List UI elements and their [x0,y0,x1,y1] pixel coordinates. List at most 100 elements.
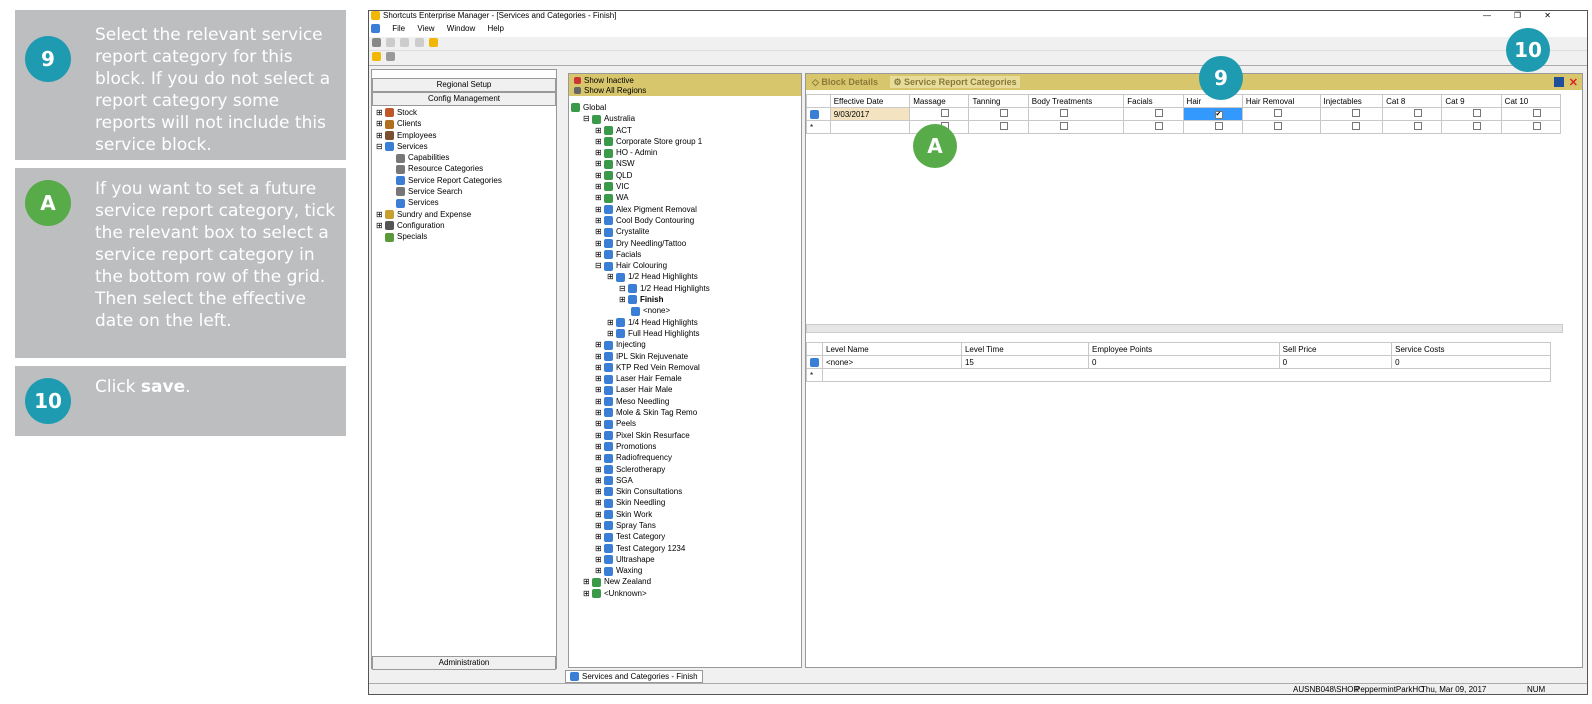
category-checkbox[interactable] [1473,109,1482,117]
tree-node[interactable]: ⊟ Australia [569,113,710,124]
column-header[interactable]: Level Time [960,342,1090,356]
column-header[interactable]: Cat 8 [1382,94,1443,108]
tree-node[interactable]: ⊞ Skin Consultations [569,486,710,497]
category-checkbox[interactable] [1214,122,1223,130]
category-checkbox[interactable] [1473,122,1482,130]
category-cell[interactable] [1319,120,1384,134]
tree-node[interactable]: ⊞ Pixel Skin Resurface [569,430,710,441]
tree-node[interactable]: ⊞ 1/4 Head Highlights [569,317,710,328]
category-cell[interactable] [1027,120,1125,134]
config-management-button[interactable]: Config Management [372,92,556,106]
column-header[interactable]: Injectables [1319,94,1384,108]
tree-item-configuration[interactable]: ⊞ Configuration [376,220,502,231]
category-cell[interactable] [1382,120,1443,134]
tree-node[interactable]: ⊞ IPL Skin Rejuvenate [569,351,710,362]
category-cell[interactable] [968,120,1029,134]
levels-row[interactable]: <none> 15 0 0 0 [806,355,1551,369]
category-cell[interactable] [1241,120,1321,134]
cut-icon[interactable] [386,38,396,48]
tree-node[interactable]: ⊞ Dry Needling/Tattoo [569,238,710,249]
tree-node[interactable]: ⊞ Skin Work [569,509,710,520]
category-checkbox[interactable] [1059,109,1068,117]
tree-node[interactable]: ⊞ WA [569,192,710,203]
tree-node[interactable]: ⊟ 1/2 Head Highlights [569,283,710,294]
column-header[interactable]: Facials [1123,94,1184,108]
tree-item-sundry[interactable]: ⊞ Sundry and Expense [376,209,502,220]
tab-block-details[interactable]: ◇ Block Details [812,77,878,87]
tree-node[interactable]: ⊞ Test Category 1234 [569,543,710,554]
category-checkbox[interactable] [1532,109,1541,117]
tree-item-services-leaf[interactable]: Services [376,197,502,208]
tree-node[interactable]: ⊞ Laser Hair Male [569,384,710,395]
tree-node[interactable]: ⊞ Sclerotherapy [569,464,710,475]
level-cell[interactable]: 0 [1088,355,1280,369]
column-header[interactable]: Level Name [822,342,962,356]
tree-item-clients[interactable]: ⊞ Clients [376,118,502,129]
menu-file[interactable]: File [392,24,405,33]
level-cell[interactable]: 15 [960,355,1090,369]
column-header[interactable]: Cat 10 [1500,94,1562,108]
tree-item-capabilities[interactable]: Capabilities [376,152,502,163]
paste-icon[interactable] [414,38,424,48]
levels-new-row[interactable]: * [806,368,1551,382]
administration-button[interactable]: Administration [372,656,556,670]
column-header[interactable]: Cat 9 [1441,94,1502,108]
category-cell[interactable] [1123,107,1184,121]
effective-date-cell[interactable] [829,120,911,134]
tree-node[interactable]: ⊞ Injecting [569,339,710,350]
menu-window[interactable]: Window [447,24,475,33]
category-checkbox[interactable]: ✔ [1214,111,1223,119]
level-cell[interactable]: 0 [1391,355,1551,369]
tree-node[interactable]: ⊞ HO - Admin [569,147,710,158]
show-all-regions-toggle[interactable]: Show All Regions [574,86,796,96]
tree-item-services[interactable]: ⊟ Services [376,141,502,152]
category-checkbox[interactable] [1155,109,1164,117]
delete-icon[interactable]: ✕ [1569,75,1578,91]
category-cell[interactable] [1319,107,1384,121]
tree-node[interactable]: ⊞ Laser Hair Female [569,373,710,384]
effective-date-cell[interactable]: 9/03/2017 [829,107,911,121]
cylinder-icon[interactable] [372,52,381,62]
column-header[interactable]: Effective Date [829,94,911,108]
column-header[interactable]: Employee Points [1088,342,1280,356]
category-cell[interactable] [1500,120,1562,134]
category-checkbox[interactable] [1273,122,1282,130]
tree-node[interactable]: ⊞ Cool Body Contouring [569,215,710,226]
tree-node[interactable]: ⊞ VIC [569,181,710,192]
tree-node[interactable]: ⊞ New Zealand [569,576,710,587]
restore-icon[interactable]: ❐ [1514,11,1521,20]
row-selector[interactable] [806,355,823,369]
tree-node[interactable]: ⊞ Full Head Highlights [569,328,710,339]
column-header[interactable]: Tanning [968,94,1029,108]
category-cell[interactable]: ✔ [1182,107,1243,121]
tree-node[interactable]: ⊞ Crystalite [569,226,710,237]
tree-item-specials[interactable]: Specials [376,231,502,242]
category-cell[interactable] [1441,120,1502,134]
tree-node[interactable]: ⊞ Promotions [569,441,710,452]
category-checkbox[interactable] [1532,122,1541,130]
tree-node[interactable]: ⊞ Peels [569,418,710,429]
category-cell[interactable] [1027,107,1125,121]
tree-node[interactable]: Global [569,102,710,113]
tree-node[interactable]: ⊞ Alex Pigment Removal [569,204,710,215]
column-header[interactable]: Massage [909,94,970,108]
category-checkbox[interactable] [1155,122,1164,130]
tree-node[interactable]: ⊞ Meso Needling [569,396,710,407]
grid-icon[interactable] [386,52,396,62]
category-cell[interactable] [1500,107,1562,121]
copy-icon[interactable] [400,38,410,48]
column-header[interactable]: Service Costs [1391,342,1551,356]
column-header[interactable]: Sell Price [1278,342,1393,356]
show-inactive-toggle[interactable]: Show Inactive [574,76,796,86]
help-icon[interactable] [428,38,438,48]
tree-node[interactable]: ⊞ ACT [569,125,710,136]
category-cell[interactable] [968,107,1029,121]
category-cell[interactable] [1182,120,1243,134]
tree-node[interactable]: ⊞ Spray Tans [569,520,710,531]
bottom-tab[interactable]: Services and Categories - Finish [565,670,703,684]
tree-node[interactable]: ⊞ Ultrashape [569,554,710,565]
tree-node[interactable]: ⊞ KTP Red Vein Removal [569,362,710,373]
category-checkbox[interactable] [1000,109,1009,117]
category-checkbox[interactable] [1351,122,1360,130]
level-cell[interactable]: <none> [822,355,962,369]
